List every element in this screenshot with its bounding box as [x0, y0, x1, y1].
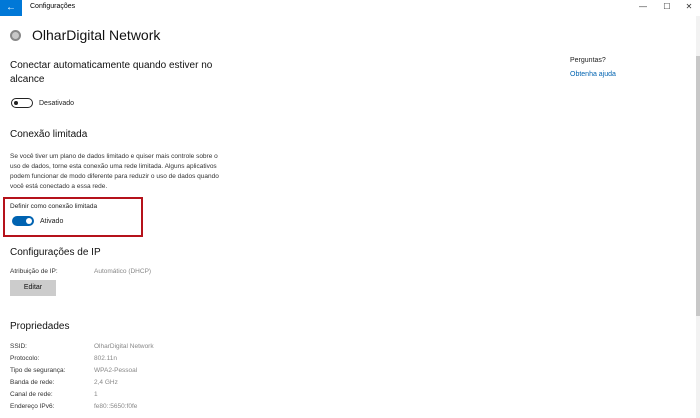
close-button[interactable]: ✕ [682, 2, 696, 11]
property-key: Tipo de segurança: [10, 367, 66, 374]
questions-heading: Perguntas? [570, 57, 606, 64]
title-bar: ← Configurações — ☐ ✕ [0, 0, 700, 16]
property-value: WPA2-Pessoal [94, 367, 138, 374]
property-value: 1 [94, 391, 98, 398]
app-title: Configurações [30, 3, 76, 10]
toggle-knob [14, 100, 18, 105]
page-title: OlharDigital Network [32, 27, 161, 43]
autoconnect-toggle-label: Desativado [39, 100, 75, 107]
property-key: SSID: [10, 343, 27, 350]
metered-toggle[interactable] [12, 216, 34, 226]
autoconnect-title: Conectar automaticamente quando estiver … [10, 60, 213, 85]
properties-title: Propriedades [10, 321, 70, 332]
toggle-knob [26, 218, 32, 224]
minimize-button[interactable]: — [636, 2, 650, 11]
scrollbar[interactable] [696, 16, 700, 418]
scrollbar-thumb[interactable] [696, 56, 700, 316]
property-key: Canal de rede: [10, 391, 53, 398]
property-key: Endereço IPv6: [10, 403, 55, 410]
maximize-button[interactable]: ☐ [660, 2, 674, 11]
back-button[interactable]: ← [0, 0, 22, 16]
ip-assignment-value: Automático (DHCP) [94, 268, 152, 275]
ip-assignment-key: Atribuição de IP: [10, 268, 58, 275]
gear-icon [10, 30, 21, 41]
metered-title: Conexão limitada [10, 129, 88, 140]
property-value: 2,4 GHz [94, 379, 118, 386]
property-value: OlharDigital Network [94, 343, 154, 350]
property-value: 802.11n [94, 355, 118, 362]
edit-ip-button[interactable]: Editar [10, 280, 56, 296]
autoconnect-toggle[interactable] [11, 98, 33, 108]
property-key: Protocolo: [10, 355, 40, 362]
ip-settings-title: Configurações de IP [10, 247, 101, 258]
get-help-link[interactable]: Obtenha ajuda [570, 71, 616, 78]
metered-description: Se você tiver um plano de dados limitado… [10, 153, 219, 190]
metered-setting-label: Definir como conexão limitada [10, 203, 98, 210]
metered-toggle-label: Ativado [40, 218, 64, 225]
property-value: fe80::5650:f0fe [94, 403, 138, 410]
property-key: Banda de rede: [10, 379, 55, 386]
